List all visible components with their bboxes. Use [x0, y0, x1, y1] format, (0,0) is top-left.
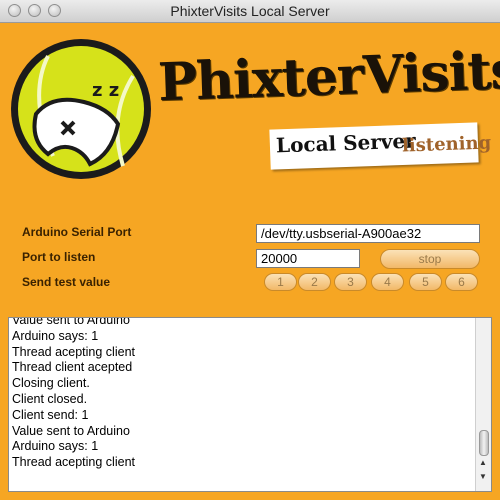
title-bar[interactable]: PhixterVisits Local Server: [0, 0, 500, 23]
log-scrollbar[interactable]: ▲ ▼: [475, 318, 491, 491]
scroll-thumb[interactable]: [479, 430, 489, 456]
test-value-3-button[interactable]: 3: [334, 273, 367, 291]
log-line: Thread client acepted: [12, 360, 133, 375]
test-value-4-button[interactable]: 4: [371, 273, 404, 291]
send-test-label: Send test value: [22, 275, 111, 289]
log-lines: Value sent to Arduino Arduino says: 1 Th…: [9, 317, 135, 471]
log-line: Thread acepting client: [12, 455, 135, 470]
scroll-down-icon[interactable]: ▼: [479, 472, 487, 481]
log-line: Arduino says: 1: [12, 328, 99, 343]
test-value-5-button[interactable]: 5: [409, 273, 442, 291]
log-textarea[interactable]: Value sent to Arduino Arduino says: 1 Th…: [8, 317, 492, 492]
test-value-1-button[interactable]: 1: [264, 273, 297, 291]
log-line: Value sent to Arduino: [12, 423, 130, 438]
port-field[interactable]: 20000: [256, 249, 360, 268]
log-line: Thread acepting client: [12, 344, 135, 359]
brand-name: PhixterVisits: [157, 39, 500, 114]
log-line: Client send: 1: [12, 407, 89, 422]
test-value-2-button[interactable]: 2: [298, 273, 331, 291]
brand-subtitle: Local Server: [275, 128, 417, 158]
log-line: Value sent to Arduino: [12, 317, 130, 327]
port-label: Port to listen: [22, 250, 96, 264]
scroll-up-icon[interactable]: ▲: [479, 458, 487, 467]
serial-port-field[interactable]: /dev/tty.usbserial-A900ae32: [256, 224, 480, 243]
server-status: listening: [401, 132, 492, 157]
stop-button[interactable]: stop: [380, 249, 480, 269]
test-value-6-button[interactable]: 6: [445, 273, 478, 291]
serial-port-label: Arduino Serial Port: [22, 225, 132, 239]
logo-icon: z z: [11, 39, 151, 179]
window-title: PhixterVisits Local Server: [170, 3, 330, 19]
app-window: PhixterVisits Local Server z z PhixterVi…: [0, 0, 500, 500]
log-line: Arduino says: 1: [12, 439, 99, 454]
log-line: Closing client.: [12, 376, 90, 391]
log-line: Client closed.: [12, 391, 88, 406]
logo-text: z z: [92, 80, 119, 101]
